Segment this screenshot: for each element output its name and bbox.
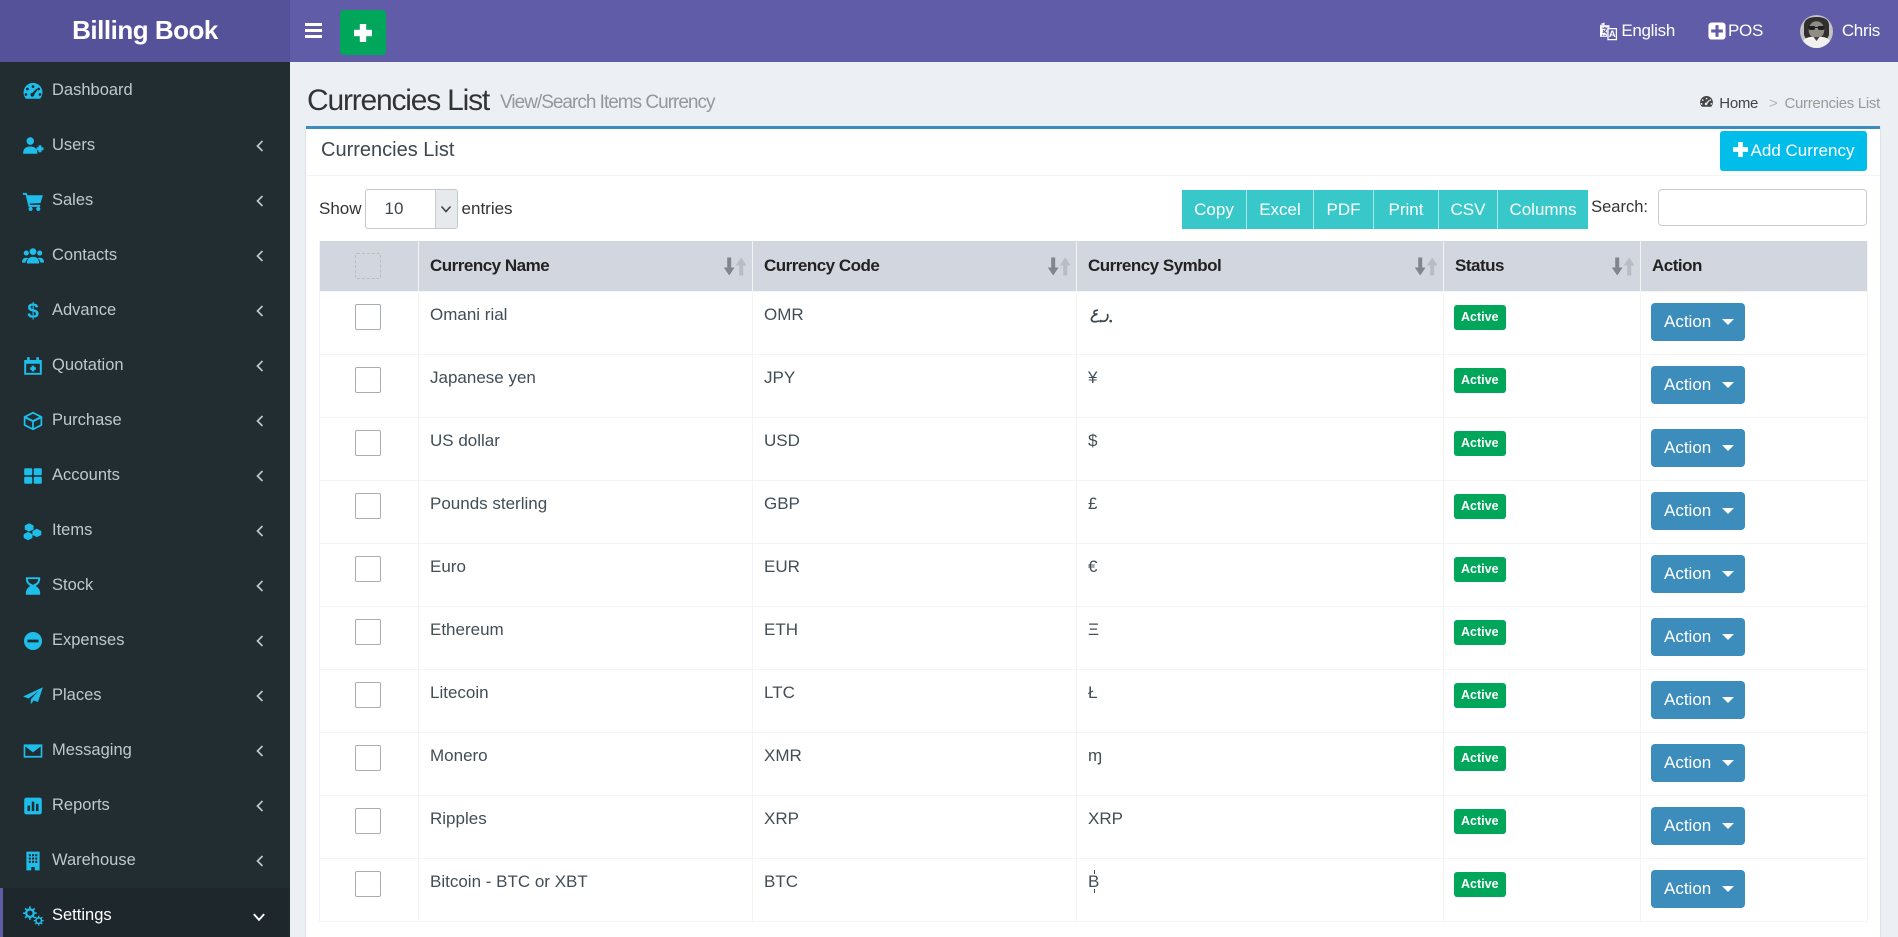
svg-text:A: A <box>1609 29 1616 40</box>
svg-text:$: $ <box>27 300 39 322</box>
